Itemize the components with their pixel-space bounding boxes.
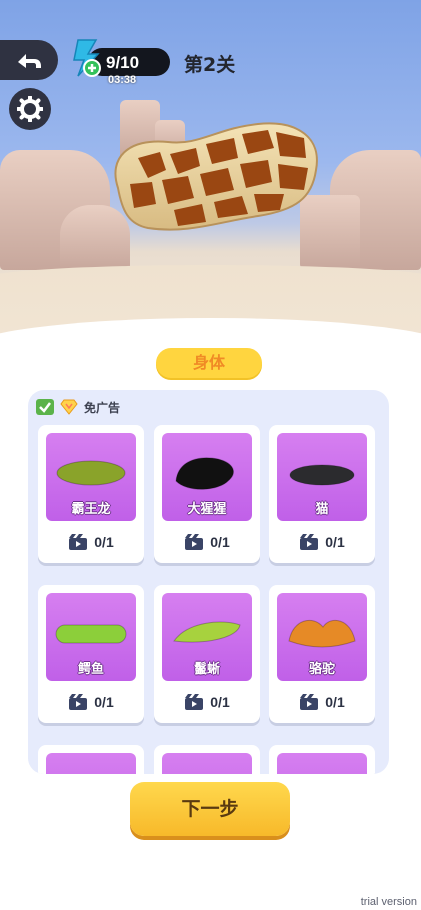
part-thumbnail xyxy=(277,753,367,774)
part-thumbnail xyxy=(46,753,136,774)
part-progress: 0/1 xyxy=(325,534,345,550)
part-image-icon xyxy=(175,457,234,490)
video-ad-icon xyxy=(69,694,88,710)
part-progress: 0/1 xyxy=(94,694,114,710)
part-name: 骆驼 xyxy=(308,662,335,677)
part-image-icon xyxy=(173,621,241,643)
part-thumbnail: 霸王龙 xyxy=(46,433,136,521)
body-part-preview xyxy=(114,122,318,231)
diamond-icon xyxy=(60,399,78,415)
part-progress-row: 0/1 xyxy=(269,689,375,715)
part-card[interactable]: 鳄鱼 0/1 xyxy=(38,585,144,723)
part-thumbnail: 骆驼 xyxy=(277,593,367,681)
part-progress: 0/1 xyxy=(94,534,114,550)
part-image-icon xyxy=(55,624,127,644)
part-progress: 0/1 xyxy=(210,694,230,710)
part-card[interactable]: 猫 0/1 xyxy=(269,425,375,563)
checkbox-icon[interactable] xyxy=(36,399,54,415)
part-name: 霸王龙 xyxy=(71,502,111,517)
back-button[interactable] xyxy=(0,40,58,80)
video-ad-icon xyxy=(300,694,319,710)
part-card[interactable] xyxy=(38,745,144,774)
part-progress-row: 0/1 xyxy=(154,529,260,555)
part-progress-row: 0/1 xyxy=(38,529,144,555)
video-ad-icon xyxy=(300,534,319,550)
part-thumbnail: 猫 xyxy=(277,433,367,521)
settings-button[interactable] xyxy=(9,88,51,130)
part-name: 鳄鱼 xyxy=(77,662,104,677)
part-card[interactable]: 霸王龙 0/1 xyxy=(38,425,144,563)
video-ad-icon xyxy=(69,534,88,550)
next-step-button[interactable]: 下一步 xyxy=(130,782,290,836)
part-card[interactable] xyxy=(269,745,375,774)
parts-panel: 免广告 霸王龙 0/1 大猩猩 0/1 猫 0/1 鳄鱼 0/1 鬣蜥 0/1 骆驼 0/1 xyxy=(28,390,389,774)
part-image-icon xyxy=(288,619,356,648)
part-card[interactable] xyxy=(154,745,260,774)
part-name: 大猩猩 xyxy=(187,502,227,517)
part-progress-row: 0/1 xyxy=(154,689,260,715)
ad-free-label: 免广告 xyxy=(84,400,121,415)
gear-icon xyxy=(17,96,43,122)
part-card[interactable]: 鬣蜥 0/1 xyxy=(154,585,260,723)
lightning-plus-icon xyxy=(73,39,101,77)
part-thumbnail: 鬣蜥 xyxy=(162,593,252,681)
trial-watermark: trial version xyxy=(360,896,417,908)
energy-timer: 03:38 xyxy=(108,74,137,86)
energy-count: 9/10 xyxy=(106,53,140,72)
level-title: 第2关 xyxy=(184,54,236,76)
back-arrow-icon xyxy=(18,54,41,68)
ad-free-toggle[interactable]: 免广告 xyxy=(36,397,120,417)
part-name: 猫 xyxy=(315,502,329,517)
video-ad-icon xyxy=(185,534,204,550)
part-thumbnail: 鳄鱼 xyxy=(46,593,136,681)
part-thumbnail xyxy=(162,753,252,774)
part-card[interactable]: 大猩猩 0/1 xyxy=(154,425,260,563)
part-card[interactable]: 骆驼 0/1 xyxy=(269,585,375,723)
part-thumbnail: 大猩猩 xyxy=(162,433,252,521)
part-image-icon xyxy=(56,460,126,486)
part-name: 鬣蜥 xyxy=(193,662,220,677)
video-ad-icon xyxy=(185,694,204,710)
part-progress-row: 0/1 xyxy=(38,689,144,715)
tab-body[interactable]: 身体 xyxy=(156,348,262,378)
part-progress-row: 0/1 xyxy=(269,529,375,555)
part-progress: 0/1 xyxy=(210,534,230,550)
part-image-icon xyxy=(289,464,355,486)
part-progress: 0/1 xyxy=(325,694,345,710)
